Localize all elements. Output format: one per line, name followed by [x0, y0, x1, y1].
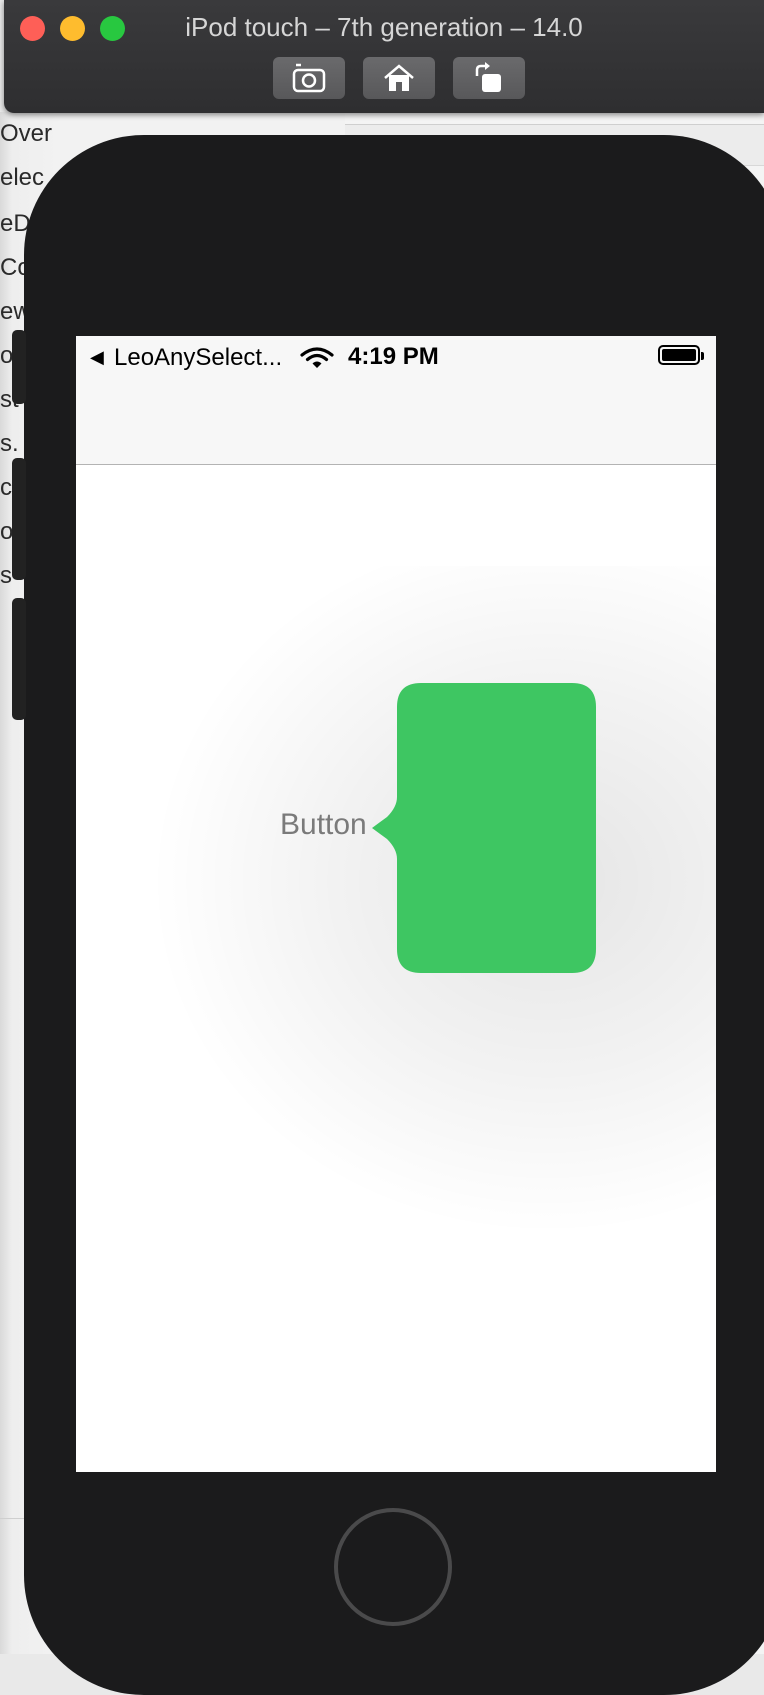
- sidebar-item[interactable]: elec: [0, 164, 44, 192]
- popover-bubble[interactable]: [372, 683, 596, 973]
- back-to-app-link[interactable]: LeoAnySelect...: [114, 344, 282, 372]
- camera-icon: [292, 63, 326, 93]
- status-time: 4:19 PM: [348, 343, 439, 370]
- mute-switch: [12, 330, 26, 404]
- device-home-button[interactable]: [334, 1508, 452, 1626]
- wifi-icon: [300, 347, 334, 376]
- button[interactable]: Button: [280, 808, 367, 842]
- window-title: iPod touch – 7th generation – 14.0: [185, 12, 583, 42]
- sidebar-item[interactable]: Over: [0, 120, 52, 148]
- home-icon: [384, 64, 414, 91]
- sidebar-item[interactable]: s: [0, 562, 12, 590]
- home-toolbar-button[interactable]: [363, 57, 435, 99]
- rotate-icon: [475, 62, 501, 92]
- battery-icon: [658, 345, 704, 365]
- volume-down-button: [12, 598, 26, 720]
- device-screen: ◀ LeoAnySelect... 4:19 PM Button: [76, 336, 716, 1472]
- sidebar-item[interactable]: s.: [0, 430, 19, 458]
- screenshot-button[interactable]: [273, 57, 345, 99]
- rotate-button[interactable]: [453, 57, 525, 99]
- back-arrow-icon[interactable]: ◀: [90, 347, 104, 368]
- status-bar: ◀ LeoAnySelect... 4:19 PM: [76, 336, 716, 376]
- simulator-titlebar: iPod touch – 7th generation – 14.0: [4, 0, 764, 113]
- volume-up-button: [12, 458, 26, 580]
